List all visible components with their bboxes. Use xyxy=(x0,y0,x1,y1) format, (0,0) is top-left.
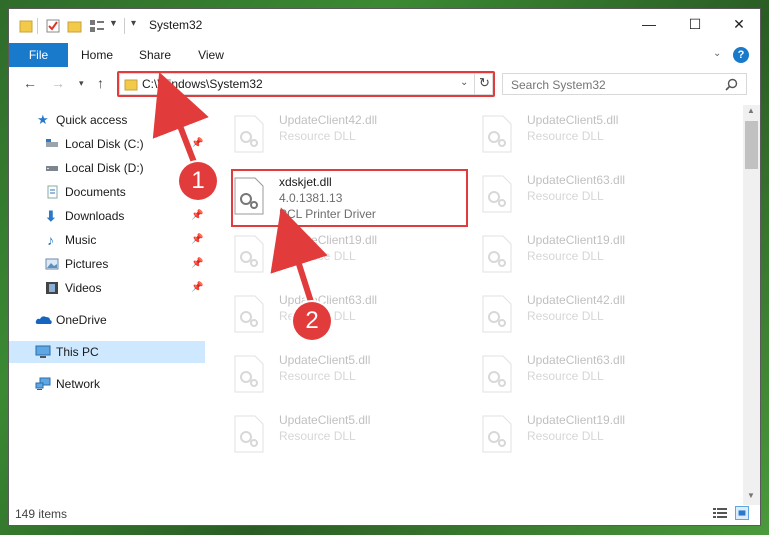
step-2-badge: 2 xyxy=(293,302,331,340)
annotation-overlay xyxy=(152,72,328,310)
arrow-step-2 xyxy=(270,207,328,308)
arrow-step-1 xyxy=(152,72,209,173)
step-1-badge: 1 xyxy=(179,162,217,200)
